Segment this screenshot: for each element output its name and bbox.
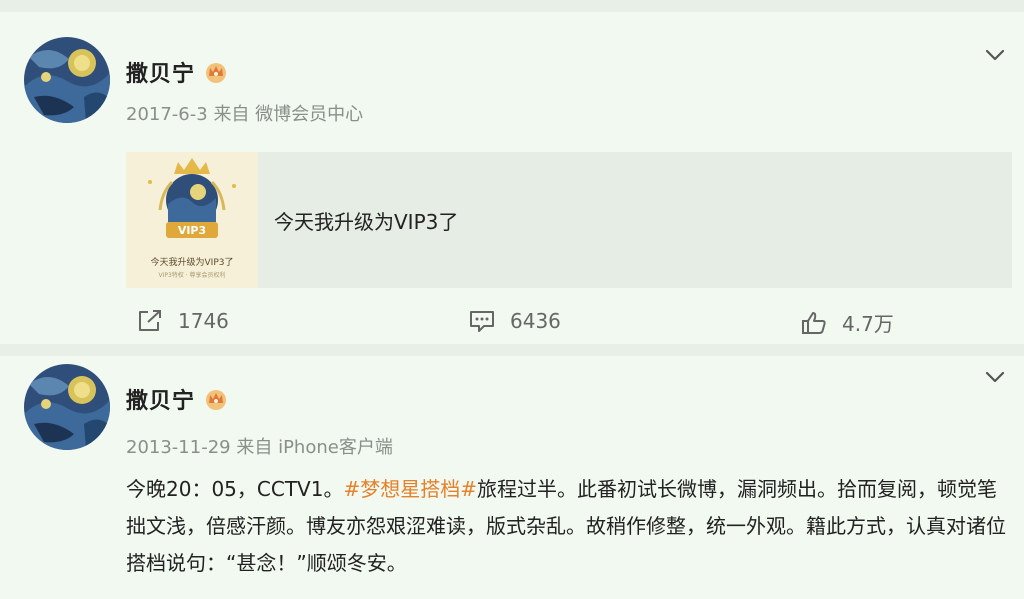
post-card: 撒贝宁 2013-11-29 来自 iPhone客户端 今晚20：05，CCTV… (0, 356, 1024, 599)
like-icon (802, 311, 826, 334)
comment-icon (470, 311, 494, 332)
post-meta: 2017-6-3 来自 微博会员中心 (126, 100, 363, 126)
vip-badge-label: VIP3 (178, 224, 206, 237)
share-thumbnail: VIP3 今天我升级为VIP3了 VIP3特权 · 尊享会员权利 (126, 152, 258, 288)
author-name[interactable]: 撒贝宁 (126, 56, 195, 88)
action-bar: 1746 6436 4.7万 (0, 308, 1024, 340)
vip-badge-image: VIP3 (148, 158, 236, 238)
share-card[interactable]: VIP3 今天我升级为VIP3了 VIP3特权 · 尊享会员权利 今天我升级为V… (126, 152, 1012, 288)
author-row: 撒贝宁 (126, 383, 229, 415)
weibo-feed: 撒贝宁 2017-6-3 来自 微博会员中心 VIP3 今天我升级为VIP3了 … (0, 0, 1024, 599)
avatar[interactable] (24, 37, 110, 123)
post-meta: 2013-11-29 来自 iPhone客户端 (126, 433, 393, 459)
like-button[interactable]: 4.7万 (800, 308, 894, 337)
post-text-before: 今晚20：05，CCTV1。 (126, 477, 344, 501)
post-card: 撒贝宁 2017-6-3 来自 微博会员中心 VIP3 今天我升级为VIP3了 … (0, 12, 1024, 344)
chevron-down-icon[interactable] (984, 370, 1006, 384)
comment-button[interactable]: 6436 (468, 308, 561, 334)
comment-count: 6436 (510, 309, 561, 333)
thumb-subcaption: VIP3特权 · 尊享会员权利 (158, 272, 226, 279)
avatar[interactable] (24, 364, 110, 450)
repost-icon (139, 310, 161, 331)
like-count: 4.7万 (842, 312, 894, 336)
post-date: 2013-11-29 (126, 437, 231, 458)
vip-crown-icon (206, 390, 227, 410)
thumb-caption: 今天我升级为VIP3了 (150, 258, 234, 268)
post-source[interactable]: 微博会员中心 (255, 104, 363, 125)
source-prefix: 来自 (236, 437, 273, 458)
author-name[interactable]: 撒贝宁 (126, 383, 195, 415)
author-row: 撒贝宁 (126, 56, 229, 88)
vip-crown-icon (206, 63, 227, 83)
hashtag-link[interactable]: #梦想星搭档# (343, 477, 477, 501)
feed-gap (0, 0, 1024, 12)
share-text: 今天我升级为VIP3了 (274, 209, 459, 234)
post-source[interactable]: iPhone客户端 (278, 437, 393, 458)
chevron-down-icon[interactable] (984, 48, 1006, 62)
post-body: 今晚20：05，CCTV1。#梦想星搭档#旅程过半。此番初试长微博，漏洞频出。拾… (126, 471, 1006, 582)
post-date: 2017-6-3 (126, 104, 208, 125)
repost-button[interactable]: 1746 (136, 308, 229, 334)
source-prefix: 来自 (213, 104, 250, 125)
repost-count: 1746 (178, 309, 229, 333)
